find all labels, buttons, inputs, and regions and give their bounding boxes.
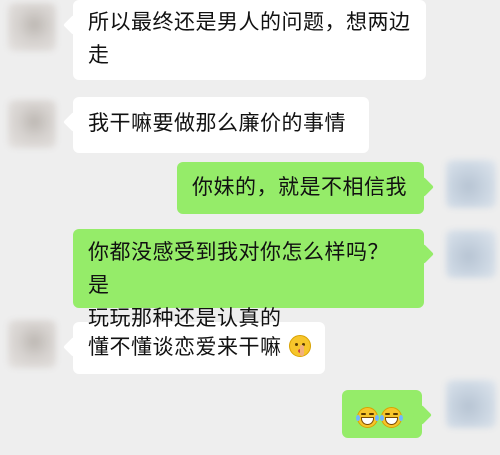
self-avatar[interactable] (446, 230, 496, 278)
message-text-line: 玩玩那种还是认真的 (88, 306, 282, 330)
message-text-line: 所以最终还是男人的问题，想两边 (88, 10, 411, 34)
outgoing-message[interactable]: 你妹的，就是不相信我 (177, 162, 424, 214)
incoming-message[interactable]: 我干嘛要做那么廉价的事情 (73, 97, 369, 153)
outgoing-message[interactable]: 你都没感受到我对你怎么样吗？是 玩玩那种还是认真的 (73, 229, 424, 330)
shush-face-icon (288, 335, 311, 357)
self-avatar[interactable] (446, 160, 496, 208)
message-text: 懂不懂谈恋爱来干嘛 (88, 335, 282, 359)
contact-avatar[interactable] (8, 100, 56, 148)
message-text-line: 走 (88, 43, 110, 67)
self-avatar[interactable] (446, 380, 496, 428)
incoming-message[interactable]: 所以最终还是男人的问题，想两边 走 (73, 0, 426, 80)
message-text: 你妹的，就是不相信我 (192, 175, 407, 199)
outgoing-message[interactable] (342, 390, 422, 438)
message-text: 我干嘛要做那么廉价的事情 (88, 111, 346, 135)
contact-avatar[interactable] (8, 3, 56, 51)
grin-tears-icon (380, 406, 403, 428)
chat-conversation: 所以最终还是男人的问题，想两边 走 我干嘛要做那么廉价的事情 你妹的，就是不相信… (0, 0, 500, 455)
message-text-line: 你都没感受到我对你怎么样吗？是 (88, 240, 389, 297)
grin-tears-icon (356, 406, 379, 428)
contact-avatar[interactable] (8, 320, 56, 368)
